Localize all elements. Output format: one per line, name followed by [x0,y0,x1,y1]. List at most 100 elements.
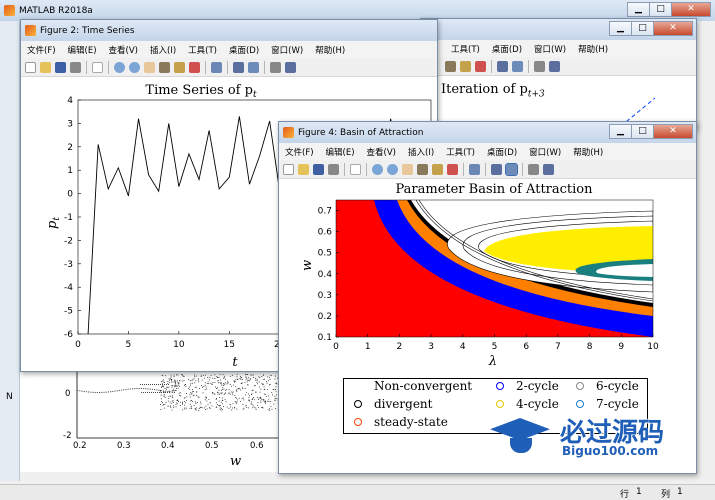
ts-ytick-label: -2 [64,236,73,246]
basin-regions [336,200,653,337]
ts-ytick-label: 0 [67,190,73,200]
rotate-icon[interactable] [159,61,170,73]
figure4-titlebar[interactable]: Figure 4: Basin of Attraction ▁ □ ✕ [279,122,696,143]
menu-desktop[interactable]: 桌面(D) [229,44,259,56]
open-file-icon[interactable] [40,61,51,73]
hide-tools-icon[interactable] [534,60,545,72]
basin-xtick-label: 1 [365,342,371,352]
bif-ytick-0: 0 [65,389,71,399]
f4-pan-icon[interactable] [402,163,413,175]
f4-zoom-in-icon[interactable] [372,163,383,175]
figure3-close-button[interactable]: ✕ [653,21,693,36]
f4-open-file-icon[interactable] [298,163,309,175]
matlab-logo-icon [4,5,15,16]
f4-hide-tools-icon[interactable] [528,163,539,175]
bif-xtick-0: 0.2 [73,441,87,451]
figure3-menu-desktop[interactable]: 桌面(D) [492,43,522,55]
legend-label: divergent [374,397,433,411]
f4-menu-insert[interactable]: 插入(I) [408,146,434,158]
ts-xtick-label: 10 [173,340,185,350]
f4-menu-view[interactable]: 查看(V) [367,146,396,158]
figure2-toolbar [21,58,437,77]
f4-rotate-icon[interactable] [417,163,428,175]
f4-data-cursor-icon[interactable] [432,163,443,175]
f4-menu-desktop[interactable]: 桌面(D) [487,146,517,158]
f4-menu-file[interactable]: 文件(F) [285,146,314,158]
figure3-minimize-button[interactable]: ▁ [609,21,632,36]
figure3-toolbar [421,57,696,76]
watermark-url: Biguo100.com [562,444,659,458]
basin-xlabel: λ [488,354,497,369]
f4-new-figure-icon[interactable] [283,163,294,175]
data-cursor-icon[interactable] [460,60,471,72]
f4-save-icon[interactable] [313,163,324,175]
figure2-titlebar[interactable]: Figure 2: Time Series [21,20,437,41]
menu-view[interactable]: 查看(V) [109,44,138,56]
legend-item: divergent [354,397,432,411]
zoom-in-icon[interactable] [114,61,125,73]
figure3-menu-help[interactable]: 帮助(H) [578,43,608,55]
brush-icon[interactable] [189,61,200,73]
maximize-button[interactable]: □ [649,2,672,17]
figure2-title: Figure 2: Time Series [40,25,135,36]
f4-dock-icon[interactable] [543,163,554,175]
f4-menu-edit[interactable]: 编辑(E) [326,146,355,158]
save-icon[interactable] [55,61,66,73]
link-plot-icon[interactable] [211,61,222,73]
new-figure-icon[interactable] [25,61,36,73]
pointer-icon[interactable] [92,61,103,73]
ts-xtick-label: 15 [224,340,235,350]
figure4-menubar: 文件(F) 编辑(E) 查看(V) 插入(I) 工具(T) 桌面(D) 窗口(W… [279,143,696,160]
f4-print-icon[interactable] [328,163,339,175]
ts-ylabel: pt [45,217,62,229]
f4-brush-icon[interactable] [447,163,458,175]
f4-menu-tools[interactable]: 工具(T) [446,146,475,158]
colorbar-icon[interactable] [497,60,508,72]
print-icon[interactable] [70,61,81,73]
menu-file[interactable]: 文件(F) [27,44,56,56]
brush-icon[interactable] [475,60,486,72]
hide-tools-icon[interactable] [270,61,281,73]
legend-item: 6-cycle [576,379,639,393]
menu-tools[interactable]: 工具(T) [188,44,217,56]
close-button[interactable]: ✕ [671,2,711,17]
figure4-minimize-button[interactable]: ▁ [609,124,632,139]
f4-menu-window[interactable]: 窗口(W) [529,146,561,158]
menu-window[interactable]: 窗口(W) [271,44,303,56]
f4-zoom-out-icon[interactable] [387,163,398,175]
legend-marker-icon [496,382,504,390]
f4-link-plot-icon[interactable] [469,163,480,175]
f4-colorbar-icon[interactable] [491,163,502,175]
bif-xtick-3: 0.5 [205,441,219,451]
zoom-out-icon[interactable] [129,61,140,73]
f4-menu-help[interactable]: 帮助(H) [573,146,603,158]
dock-icon[interactable] [285,61,296,73]
menu-insert[interactable]: 插入(I) [150,44,176,56]
f4-legend-icon[interactable] [505,162,518,176]
legend-icon[interactable] [248,61,259,73]
status-col-label: 列 [661,490,671,500]
menu-help[interactable]: 帮助(H) [315,44,345,56]
f4-pointer-icon[interactable] [350,163,361,175]
pan-icon[interactable] [144,61,155,73]
figure3-window: ▁ □ ✕ 工具(T) 桌面(D) 窗口(W) 帮助(H) Iteration … [420,18,697,130]
minimize-button[interactable]: ▁ [627,2,650,17]
figure3-titlebar[interactable]: ▁ □ ✕ [421,19,696,40]
colorbar-icon[interactable] [233,61,244,73]
legend-icon[interactable] [512,60,523,72]
figure4-close-button[interactable]: ✕ [653,124,693,139]
matlab-title: MATLAB R2018a [19,5,93,16]
rotate-icon[interactable] [445,60,456,72]
figure4-maximize-button[interactable]: □ [631,124,654,139]
data-cursor-icon[interactable] [174,61,185,73]
figure3-menu-window[interactable]: 窗口(W) [534,43,566,55]
bif-side-label: N [6,392,13,402]
menu-edit[interactable]: 编辑(E) [68,44,97,56]
basin-xtick-label: 7 [555,342,561,352]
ts-ytick-label: 4 [67,96,73,106]
status-col: 1 [677,487,683,497]
figure3-menu-tools[interactable]: 工具(T) [451,43,480,55]
figure3-maximize-button[interactable]: □ [631,21,654,36]
basin-ytick-label: 0.6 [318,228,333,238]
dock-icon[interactable] [549,60,560,72]
